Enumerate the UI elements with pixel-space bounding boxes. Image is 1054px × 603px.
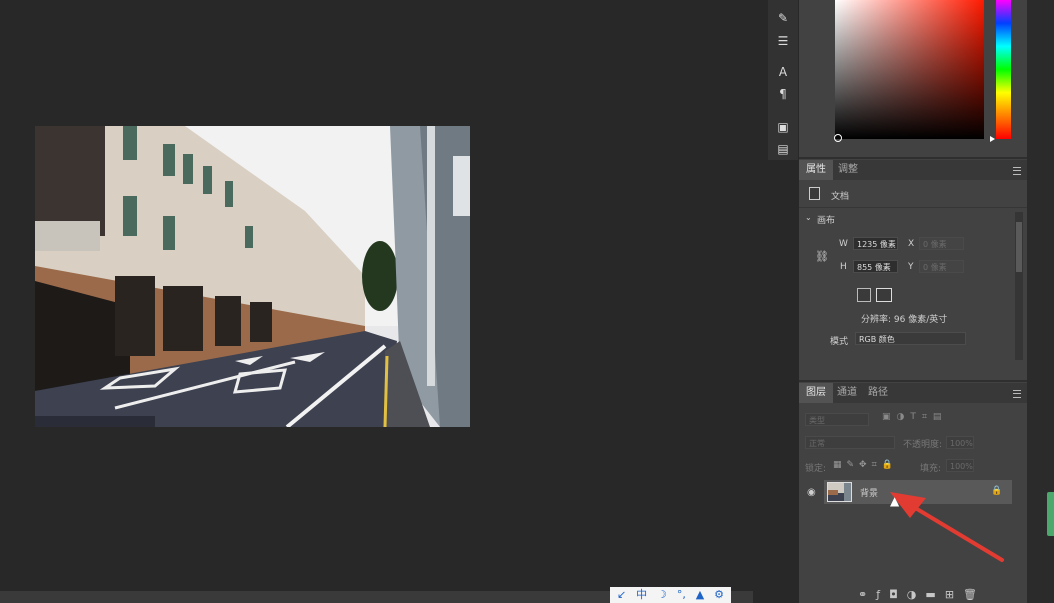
panel-icon-strip: ✎ ☰ A ¶ ▣ ▤ — [768, 0, 798, 160]
trash-icon[interactable]: 🗑 — [963, 588, 977, 601]
folder-icon[interactable]: ▬ — [925, 588, 935, 601]
side-tab[interactable] — [1047, 492, 1054, 536]
tab-paths[interactable]: 路径 — [861, 383, 895, 403]
layers-menu-icon[interactable] — [1013, 390, 1021, 398]
height-field[interactable]: 855 像素 — [853, 260, 898, 273]
link-icon[interactable]: ⛓ — [815, 250, 829, 263]
width-label: W — [839, 239, 848, 249]
brush-settings-icon[interactable]: ✎ — [775, 10, 791, 26]
filter-icons: ▣◑T⌗▤ — [882, 412, 948, 422]
color-picker-cursor[interactable] — [834, 134, 842, 142]
document-image[interactable] — [35, 126, 470, 427]
layer-name[interactable]: 背景 — [860, 486, 878, 499]
x-field: 0 像素 — [919, 237, 964, 250]
ime-toolbar[interactable]: ↙ 中 ☽ °, ▲ ⚙ — [610, 587, 731, 603]
hue-slider[interactable] — [996, 0, 1011, 139]
panel-menu-icon[interactable] — [1013, 167, 1021, 175]
blend-mode-select: 正常 — [805, 436, 895, 449]
lock-label: 锁定: — [805, 464, 827, 474]
hue-slider-handle[interactable] — [990, 136, 995, 142]
lock-icons[interactable]: ▦✎✥⌗🔒 — [833, 460, 898, 470]
mask-icon[interactable]: ◘ — [889, 588, 898, 601]
paragraph-icon[interactable]: ¶ — [775, 86, 791, 102]
tab-adjustments[interactable]: 调整 — [831, 160, 865, 180]
ime-user-icon[interactable]: ▲ — [696, 587, 704, 603]
annotation-arrow — [890, 492, 1004, 562]
opacity-field: 100% — [946, 436, 974, 449]
resolution-text: 分辨率: 96 像素/英寸 — [861, 315, 948, 325]
layer-filter-select: 类型 — [805, 413, 869, 426]
notes-icon[interactable]: ▤ — [775, 141, 791, 157]
adjustment-icon[interactable]: ◑ — [907, 588, 917, 601]
ime-moon-icon[interactable]: ☽ — [657, 587, 667, 603]
width-field[interactable]: 1235 像素 — [853, 237, 898, 250]
x-label: X — [908, 239, 915, 249]
y-field: 0 像素 — [919, 260, 964, 273]
properties-tabbar: 属性 调整 — [799, 160, 1027, 180]
opacity-label: 不透明度: — [903, 440, 943, 450]
fx-icon[interactable]: ƒ — [876, 588, 880, 601]
fill-label: 填充: — [920, 464, 942, 474]
ime-chinese-toggle[interactable]: 中 — [636, 587, 647, 603]
color-picker-field[interactable] — [835, 0, 984, 139]
ime-settings-icon[interactable]: ⚙ — [714, 587, 724, 603]
properties-scrollbar[interactable] — [1015, 212, 1023, 360]
eye-icon[interactable]: ◉ — [807, 487, 816, 498]
ime-item-icon[interactable]: ↙ — [617, 587, 626, 603]
new-layer-icon[interactable]: ⊞ — [945, 588, 954, 601]
chevron-down-icon[interactable]: ⌄ — [805, 213, 812, 222]
tab-channels[interactable]: 通道 — [830, 383, 864, 403]
height-label: H — [840, 262, 847, 272]
mouse-cursor-icon: ▲ — [890, 494, 900, 508]
character-icon[interactable]: A — [775, 64, 791, 80]
doc-label: 文档 — [831, 192, 850, 202]
ime-punct-icon[interactable]: °, — [677, 587, 686, 603]
layer-thumbnail[interactable] — [827, 482, 852, 502]
fill-field: 100% — [946, 459, 974, 472]
document-icon — [809, 187, 820, 200]
image-icon[interactable]: ▣ — [775, 119, 791, 135]
tab-layers[interactable]: 图层 — [799, 383, 833, 403]
y-label: Y — [908, 262, 914, 272]
sliders-icon[interactable]: ☰ — [775, 33, 791, 49]
portrait-icon[interactable] — [857, 288, 871, 302]
layer-actions: ⚭ ƒ ◘ ◑ ▬ ⊞ 🗑 — [858, 588, 977, 601]
layers-tabbar: 图层 通道 路径 — [799, 383, 1027, 403]
link-layers-icon[interactable]: ⚭ — [858, 588, 867, 601]
landscape-icon[interactable] — [876, 288, 892, 302]
mode-label: 模式 — [830, 337, 849, 347]
tab-properties[interactable]: 属性 — [799, 160, 833, 180]
canvas-section-title: 画布 — [817, 216, 836, 226]
mode-select[interactable]: RGB 颜色 — [855, 332, 966, 345]
